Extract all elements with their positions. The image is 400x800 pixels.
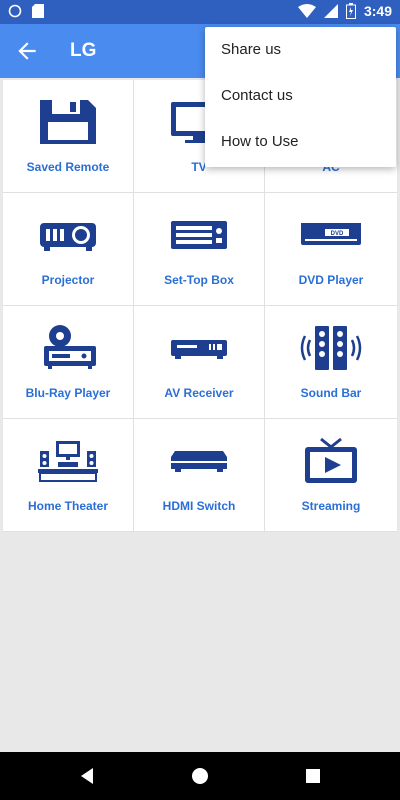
- grid-item-set-top-box[interactable]: Set-Top Box: [134, 193, 265, 306]
- blu-ray-player-icon: [44, 325, 96, 369]
- menu-item-how-to-use[interactable]: How to Use: [205, 119, 396, 165]
- grid-item-label: Projector: [41, 273, 95, 287]
- grid-item-label: Sound Bar: [300, 386, 362, 400]
- grid-item-label: DVD Player: [298, 273, 364, 287]
- home-theater-icon: [38, 441, 98, 482]
- streaming-icon: [305, 437, 357, 483]
- grid-item-streaming[interactable]: Streaming: [265, 419, 397, 532]
- grid-item-home-theater[interactable]: Home Theater: [3, 419, 134, 532]
- grid-item-label: Set-Top Box: [164, 273, 234, 287]
- menu-item-contact-us[interactable]: Contact us: [205, 73, 396, 119]
- notification-circle-icon: [8, 4, 22, 18]
- dvd-player-icon: DVD: [301, 223, 361, 245]
- grid-item-hdmi-switch[interactable]: HDMI Switch: [134, 419, 265, 532]
- grid-item-label: HDMI Switch: [162, 499, 236, 513]
- wifi-icon: [297, 4, 316, 18]
- nav-recents-icon[interactable]: [303, 766, 323, 786]
- grid-item-dvd-player[interactable]: DVD DVD Player: [265, 193, 397, 306]
- grid-item-blu-ray-player[interactable]: Blu-Ray Player: [3, 306, 134, 419]
- nav-back-icon[interactable]: [78, 766, 98, 786]
- grid-item-label: Streaming: [301, 499, 361, 513]
- grid-item-label: Saved Remote: [26, 160, 110, 174]
- av-receiver-icon: [171, 340, 227, 359]
- status-time: 3:49: [363, 3, 392, 19]
- grid-item-label: Blu-Ray Player: [25, 386, 111, 400]
- grid-item-sound-bar[interactable]: Sound Bar: [265, 306, 397, 419]
- battery-icon: [345, 3, 356, 19]
- grid-item-av-receiver[interactable]: AV Receiver: [134, 306, 265, 419]
- grid-item-saved-remote[interactable]: Saved Remote: [3, 80, 134, 193]
- system-nav-bar: [0, 752, 400, 800]
- cell-signal-icon: [323, 4, 338, 18]
- grid-item-projector[interactable]: Projector: [3, 193, 134, 306]
- dvd-icon-text: DVD: [331, 231, 344, 237]
- sd-card-icon: [32, 4, 44, 18]
- sound-bar-icon: [300, 326, 362, 370]
- status-bar: 3:49: [0, 0, 400, 24]
- back-arrow-icon[interactable]: [14, 38, 40, 64]
- grid-item-label: Home Theater: [27, 499, 109, 513]
- hdmi-switch-icon: [171, 451, 227, 472]
- grid-item-label: AV Receiver: [164, 386, 234, 400]
- page-title: LG: [70, 40, 97, 61]
- menu-item-share-us[interactable]: Share us: [205, 27, 396, 73]
- set-top-box-icon: [171, 221, 227, 249]
- overflow-menu: Share us Contact us How to Use: [205, 27, 396, 167]
- nav-home-icon[interactable]: [190, 766, 210, 786]
- projector-icon: [40, 223, 96, 251]
- floppy-disk-icon: [40, 100, 96, 144]
